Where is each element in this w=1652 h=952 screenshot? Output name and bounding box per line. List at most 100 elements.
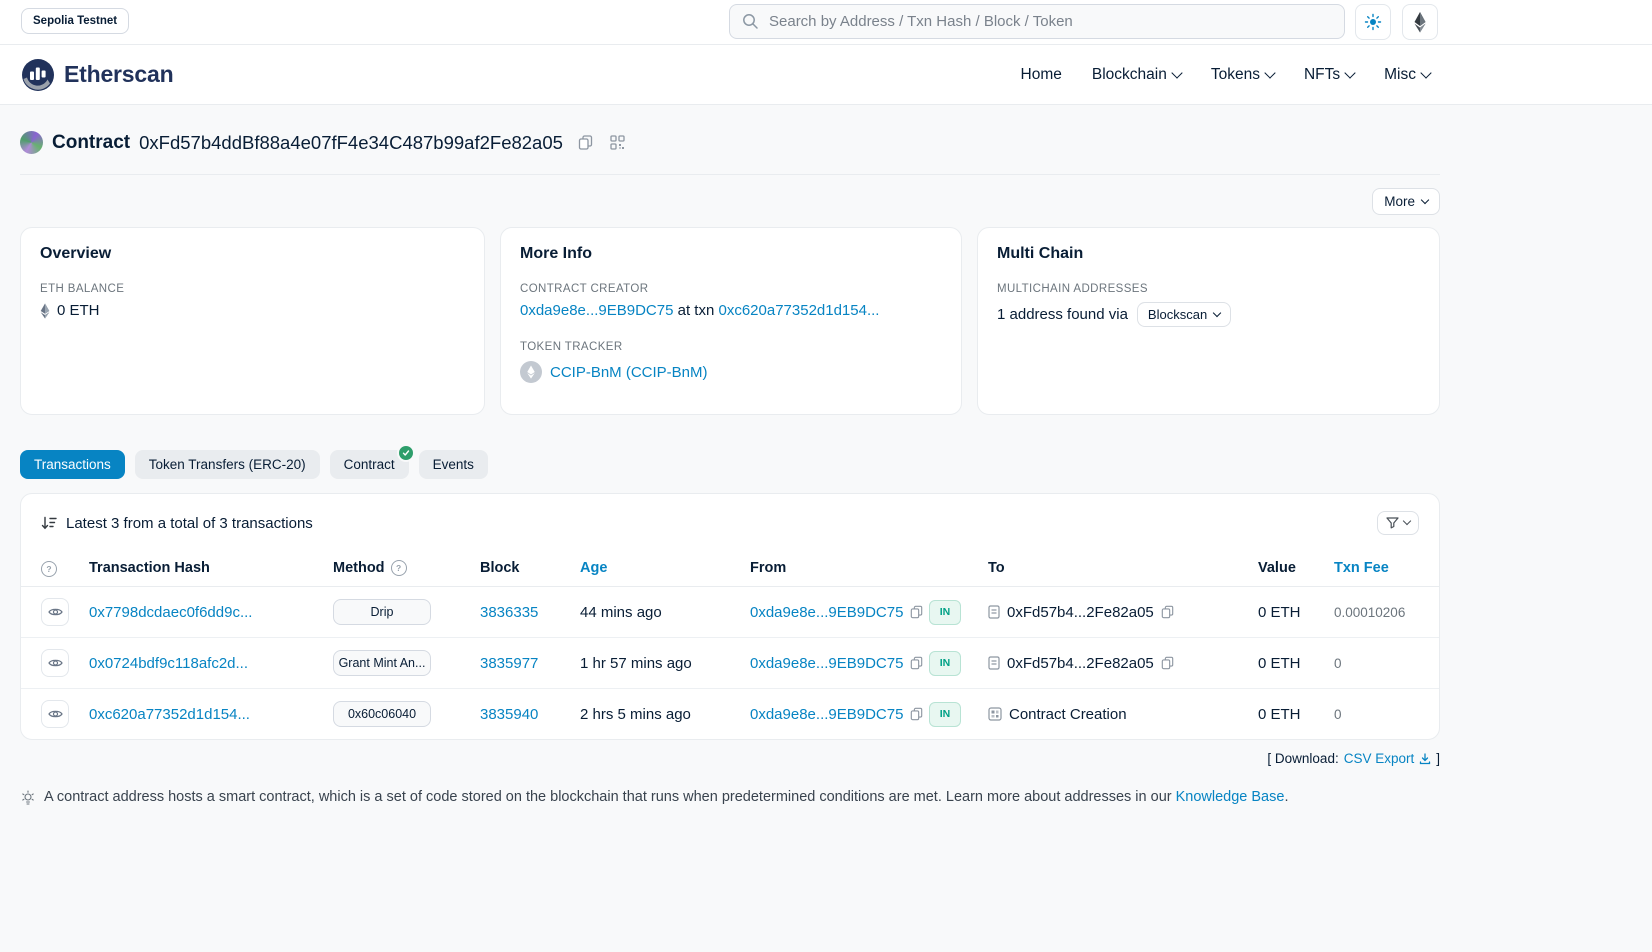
multichain-found-text: 1 address found via (997, 306, 1128, 323)
contract-address: 0xFd57b4ddBf88a4e07fF4e34C487b99af2Fe82a… (139, 132, 563, 154)
copy-from-button[interactable] (910, 605, 923, 619)
nav-item-misc[interactable]: Misc (1384, 66, 1430, 84)
tx-hash-link[interactable]: 0x7798dcdaec0f6dd9c... (89, 604, 252, 621)
tx-preview-button[interactable] (41, 700, 69, 728)
transactions-panel: Latest 3 from a total of 3 transactions … (20, 493, 1440, 740)
transactions-summary: Latest 3 from a total of 3 transactions (66, 515, 313, 532)
nav-item-blockchain[interactable]: Blockchain (1092, 66, 1181, 84)
search-input[interactable] (767, 12, 1332, 31)
block-link[interactable]: 3836335 (480, 604, 538, 621)
col-txn-fee-toggle[interactable]: Txn Fee (1331, 560, 1421, 576)
col-age-toggle[interactable]: Age (563, 560, 733, 576)
help-icon: ? (41, 561, 57, 577)
table-header-row: ? Transaction Hash Method? Block Age Fro… (21, 550, 1439, 587)
theme-toggle-button[interactable] (1355, 4, 1391, 40)
col-transaction-hash: Transaction Hash (89, 560, 333, 576)
method-badge[interactable]: Drip (333, 599, 431, 625)
network-switcher-button[interactable] (1402, 4, 1438, 40)
method-badge[interactable]: Grant Mint An... (333, 650, 431, 676)
from-address-link[interactable]: 0xda9e8e...9EB9DC75 (750, 706, 903, 723)
value-cell: 0 ETH (1239, 706, 1331, 723)
footnote-suffix: . (1284, 789, 1288, 805)
network-badge[interactable]: Sepolia Testnet (21, 8, 129, 34)
navbar: Etherscan Home Blockchain Tokens NFTs Mi… (0, 45, 1652, 105)
csv-export-link[interactable]: CSV Export (1344, 751, 1415, 766)
blockscan-dropdown-button[interactable]: Blockscan (1137, 302, 1231, 327)
block-link[interactable]: 3835940 (480, 706, 538, 723)
multichain-card: Multi Chain MULTICHAIN ADDRESSES 1 addre… (977, 227, 1440, 415)
nav-item-home[interactable]: Home (1021, 66, 1062, 84)
value-cell: 0 ETH (1239, 604, 1331, 621)
creator-address-link[interactable]: 0xda9e8e...9EB9DC75 (520, 302, 673, 319)
download-suffix: ] (1436, 751, 1440, 766)
tx-preview-button[interactable] (41, 598, 69, 626)
qr-code-button[interactable] (608, 133, 627, 152)
tx-hash-link[interactable]: 0x0724bdf9c118afc2d... (89, 655, 248, 672)
age-cell: 1 hr 57 mins ago (563, 655, 733, 672)
download-prefix: [ Download: (1267, 751, 1338, 766)
col-block: Block (463, 560, 563, 576)
more-dropdown-button[interactable]: More (1372, 188, 1440, 215)
from-address-link[interactable]: 0xda9e8e...9EB9DC75 (750, 604, 903, 621)
tx-preview-button[interactable] (41, 649, 69, 677)
brand-name: Etherscan (64, 61, 173, 88)
copy-from-button[interactable] (910, 656, 923, 670)
age-cell: 44 mins ago (563, 604, 733, 621)
to-address: Contract Creation (1009, 706, 1127, 723)
copy-icon (910, 707, 923, 721)
copy-from-button[interactable] (910, 707, 923, 721)
filter-funnel-icon (1386, 517, 1399, 529)
verified-check-icon (397, 444, 415, 462)
info-cards: Overview ETH BALANCE 0 ETH More Info CON… (20, 227, 1440, 415)
page: Sepolia Testnet (0, 0, 1652, 952)
tab-contract[interactable]: Contract (330, 450, 409, 479)
footnote-text: A contract address hosts a smart contrac… (44, 789, 1176, 805)
token-tracker-label: TOKEN TRACKER (520, 341, 942, 353)
direction-badge: IN (929, 651, 961, 676)
tab-events[interactable]: Events (419, 450, 488, 479)
tab-token-transfers[interactable]: Token Transfers (ERC-20) (135, 450, 320, 479)
direction-badge: IN (929, 600, 961, 625)
sun-icon (1364, 13, 1382, 31)
address-avatar (20, 131, 43, 154)
section-divider (20, 174, 1440, 175)
from-address-link[interactable]: 0xda9e8e...9EB9DC75 (750, 655, 903, 672)
creation-txn-link[interactable]: 0xc620a77352d1d154... (718, 302, 879, 319)
copy-icon (910, 605, 923, 619)
eye-icon (48, 606, 63, 618)
fee-cell: 0 (1331, 656, 1421, 671)
tab-bar: Transactions Token Transfers (ERC-20) Co… (20, 450, 1440, 479)
copy-address-button[interactable] (576, 133, 595, 152)
eth-glyph-icon (40, 303, 50, 319)
tab-transactions[interactable]: Transactions (20, 450, 125, 479)
nav-item-tokens[interactable]: Tokens (1211, 66, 1274, 84)
contract-creation-icon (988, 707, 1002, 721)
col-value: Value (1239, 560, 1331, 576)
sort-icon (41, 515, 57, 531)
eth-balance-value: 0 ETH (57, 302, 100, 319)
copy-to-button[interactable] (1161, 656, 1174, 670)
copy-icon (1161, 656, 1174, 670)
multichain-addresses-label: MULTICHAIN ADDRESSES (997, 283, 1420, 295)
block-link[interactable]: 3835977 (480, 655, 538, 672)
copy-to-button[interactable] (1161, 605, 1174, 619)
chevron-down-icon (1403, 517, 1411, 525)
nav-item-nfts[interactable]: NFTs (1304, 66, 1354, 84)
contract-creator-label: CONTRACT CREATOR (520, 283, 942, 295)
chevron-down-icon (1171, 67, 1182, 78)
direction-badge: IN (929, 702, 961, 727)
method-badge[interactable]: 0x60c06040 (333, 701, 431, 727)
lightbulb-icon (20, 790, 36, 806)
search-box (729, 4, 1345, 39)
chevron-down-icon (1264, 67, 1275, 78)
chevron-down-icon (1213, 308, 1221, 316)
tx-hash-link[interactable]: 0xc620a77352d1d154... (89, 706, 250, 723)
token-tracker-link[interactable]: CCIP-BnM (CCIP-BnM) (550, 364, 708, 381)
knowledge-base-link[interactable]: Knowledge Base (1176, 789, 1285, 805)
filter-button[interactable] (1377, 511, 1419, 535)
etherscan-logo[interactable]: Etherscan (21, 58, 173, 92)
copy-icon (1161, 605, 1174, 619)
eye-icon (48, 708, 63, 720)
contract-file-icon (988, 656, 1000, 670)
col-from: From (733, 560, 929, 576)
